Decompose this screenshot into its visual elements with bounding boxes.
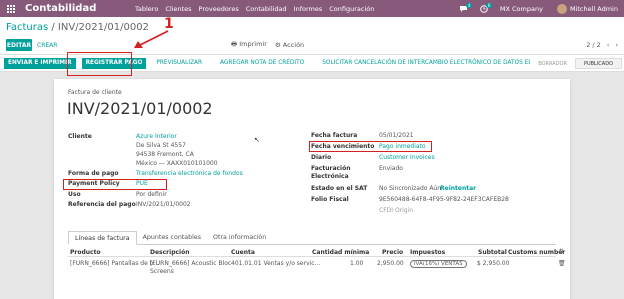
- fiscal-folio-label: Folio Fiscal: [311, 196, 349, 203]
- customer-address-line2: 94538 Fremont, CA: [136, 151, 194, 158]
- cell-subtotal: $ 2,950.00: [477, 260, 510, 267]
- col-customs-number[interactable]: Customs number: [508, 249, 565, 256]
- invoice-date-field[interactable]: 05/01/2021: [379, 132, 414, 139]
- annotation-box-register-payment: [67, 52, 132, 76]
- customer-field[interactable]: Azure Interior: [136, 133, 177, 140]
- col-taxes[interactable]: Impuestos: [410, 249, 445, 256]
- main-menu: Tablero Clientes Proveedores Contabilida…: [135, 5, 374, 13]
- cell-price[interactable]: 2,950.00: [377, 260, 404, 267]
- company-switcher[interactable]: MX Company: [500, 5, 543, 13]
- add-credit-note-button[interactable]: AGREGAR NOTA DE CRÉDITO: [216, 58, 308, 69]
- create-button[interactable]: CREAR: [37, 39, 57, 51]
- payment-reference-field[interactable]: INV/2021/01/0002: [136, 201, 191, 208]
- column-options-icon[interactable]: ⇅: [559, 248, 564, 255]
- pager-value[interactable]: 2 / 2: [586, 41, 601, 49]
- status-stages: BORRADOR PUBLICADO: [530, 58, 622, 69]
- user-avatar[interactable]: [556, 3, 567, 14]
- navbar-right: 4 6 MX Company Mitchell Admin: [452, 0, 624, 17]
- col-subtotal[interactable]: Subtotal: [478, 249, 507, 256]
- cell-account[interactable]: 401.01.01 Ventas y/o servic...: [231, 260, 320, 267]
- action-menu[interactable]: ⚙ Acción: [275, 41, 304, 49]
- invoice-number: INV/2021/01/0002: [67, 99, 213, 118]
- control-panel: Facturas / INV/2021/01/0002 EDITAR CREAR…: [0, 17, 624, 55]
- sat-status-label: Estado en el SAT: [311, 185, 368, 192]
- menu-item-configuracion[interactable]: Configuración: [329, 5, 374, 13]
- payment-method-field[interactable]: Transferencia electrónica de fondos: [136, 170, 243, 177]
- breadcrumb: Facturas / INV/2021/01/0002: [6, 22, 149, 33]
- action-label: Acción: [282, 41, 305, 49]
- app-title: Contabilidad: [25, 3, 97, 14]
- col-product[interactable]: Producto: [70, 249, 101, 256]
- cell-description-line2: Screens: [150, 268, 174, 275]
- breadcrumb-separator: /: [51, 22, 55, 33]
- col-price[interactable]: Precio: [382, 249, 403, 256]
- customer-label: Cliente: [68, 133, 92, 140]
- journal-label: Diario: [311, 154, 332, 161]
- tax-tag: IVA(16%) VENTAS: [410, 260, 467, 268]
- stage-draft[interactable]: BORRADOR: [530, 58, 575, 69]
- edit-button[interactable]: EDITAR: [6, 39, 32, 51]
- menu-item-proveedores[interactable]: Proveedores: [199, 5, 239, 13]
- cell-taxes[interactable]: IVA(16%) VENTAS: [410, 260, 467, 268]
- invoice-type: Factura de cliente: [68, 89, 122, 96]
- top-navbar: Contabilidad Tablero Clientes Proveedore…: [0, 0, 624, 17]
- stage-posted[interactable]: PUBLICADO: [574, 58, 622, 69]
- annotation-box-due-date: [309, 141, 432, 152]
- request-edi-cancel-button[interactable]: SOLICITAR CANCELACIÓN DE INTERCAMBIO ELE…: [318, 58, 538, 69]
- cell-quantity[interactable]: 1.00: [350, 260, 363, 267]
- send-print-button[interactable]: ENVIAR E IMPRIMIR: [4, 57, 76, 69]
- col-min-qty[interactable]: Cantidad mínima: [312, 249, 369, 256]
- preview-button[interactable]: PREVISUALIZAR: [152, 58, 206, 69]
- retry-button[interactable]: Reintentar: [440, 185, 476, 192]
- invoice-date-label: Fecha factura: [311, 132, 358, 139]
- menu-item-tablero[interactable]: Tablero: [135, 5, 158, 13]
- payment-method-label: Forma de pago: [68, 170, 119, 177]
- customer-address-line1: De Silva St 4557: [136, 142, 186, 149]
- print-menu[interactable]: 🖶 Imprimir: [231, 40, 267, 51]
- col-account[interactable]: Cuenta: [231, 249, 255, 256]
- menu-item-informes[interactable]: Informes: [294, 5, 323, 13]
- notebook-tabs: Líneas de factura Apuntes contables Otra…: [68, 231, 556, 245]
- payment-reference-label: Referencia del pago: [68, 201, 136, 208]
- usage-field[interactable]: Por definir: [136, 191, 167, 198]
- print-icon: 🖶: [231, 39, 238, 48]
- tab-other-info[interactable]: Otra información: [207, 231, 272, 244]
- chat-badge: 4: [466, 3, 472, 8]
- print-label: Imprimir: [239, 39, 267, 48]
- journal-field[interactable]: Customer Invoices: [379, 154, 435, 161]
- sat-status-field: No Sincronizado Aún: [379, 185, 442, 192]
- mouse-cursor-icon: ↖: [254, 136, 260, 144]
- delete-row-icon[interactable]: 🗑: [558, 260, 566, 267]
- menu-item-contabilidad[interactable]: Contabilidad: [246, 5, 287, 13]
- annotation-box-payment-policy: [63, 179, 167, 190]
- breadcrumb-facturas[interactable]: Facturas: [6, 22, 48, 33]
- e-invoicing-label: Facturación Electrónica: [311, 165, 351, 180]
- annotation-arrow-icon: [134, 30, 169, 48]
- customer-address-line3: México — XAXX010101000: [136, 160, 218, 167]
- e-invoicing-field: Enviado: [379, 165, 403, 172]
- user-menu[interactable]: Mitchell Admin: [570, 5, 618, 13]
- action-menus: 🖶 Imprimir ⚙ Acción: [231, 39, 304, 51]
- pager-next-icon[interactable]: ›: [615, 41, 618, 49]
- gear-icon: ⚙: [274, 41, 281, 49]
- pager: 2 / 2 ‹ ›: [586, 39, 618, 51]
- activity-badge: 6: [486, 3, 492, 8]
- tab-invoice-lines[interactable]: Líneas de factura: [68, 231, 137, 245]
- chat-icon[interactable]: 4: [456, 0, 472, 17]
- cell-description-line1[interactable]: [FURN_6666] Acoustic Bloc: [150, 260, 231, 267]
- apps-menu-icon[interactable]: [0, 0, 22, 17]
- cell-product[interactable]: [FURN_6666] Pantallas de b...: [70, 260, 159, 267]
- fiscal-folio-field: 9E560488-64F8-4F95-9F82-24EF3CAFEB28: [379, 196, 509, 203]
- menu-item-clientes[interactable]: Clientes: [165, 5, 191, 13]
- activity-clock-icon[interactable]: 6: [476, 0, 492, 17]
- tab-journal-items[interactable]: Apuntes contables: [137, 231, 207, 244]
- table-header-divider: [68, 256, 556, 257]
- usage-label: Uso: [68, 191, 81, 198]
- cfdi-origin-field[interactable]: CFDI Origin: [379, 207, 413, 214]
- col-description[interactable]: Descripción: [150, 249, 190, 256]
- pager-prev-icon[interactable]: ‹: [607, 41, 610, 49]
